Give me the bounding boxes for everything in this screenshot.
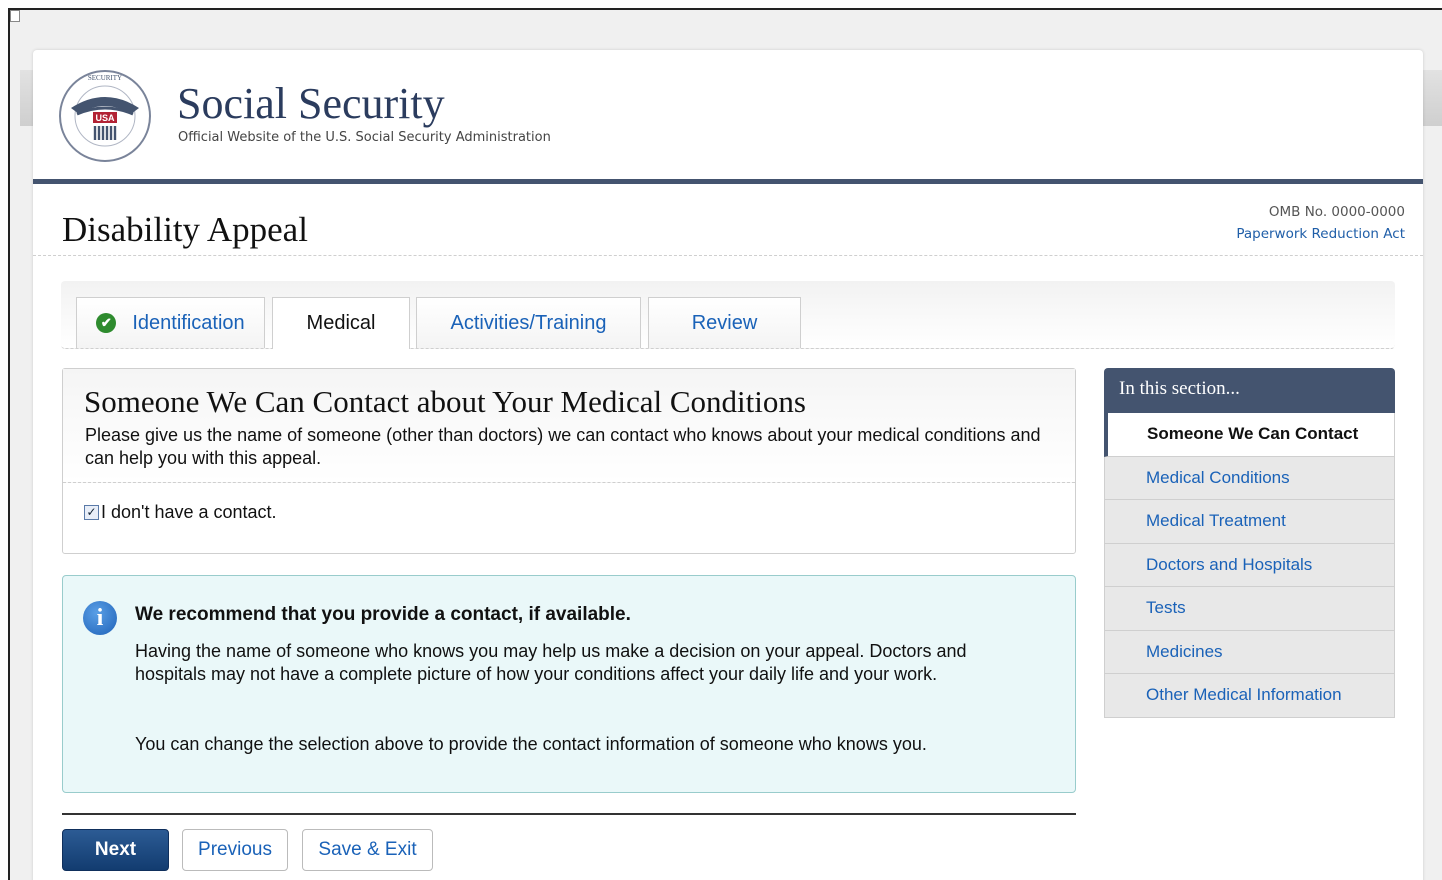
ssa-seal-icon[interactable]: USA SECURITY <box>57 68 153 164</box>
form-divider <box>62 813 1076 815</box>
side-nav-item-tests[interactable]: Tests <box>1104 587 1395 631</box>
side-nav-item-medicines[interactable]: Medicines <box>1104 630 1395 674</box>
side-nav-item-other-medical-information[interactable]: Other Medical Information <box>1104 674 1395 718</box>
side-nav-item-doctors-and-hospitals[interactable]: Doctors and Hospitals <box>1104 543 1395 587</box>
site-subtitle: Official Website of the U.S. Social Secu… <box>178 130 551 145</box>
check-circle-icon: ✔ <box>96 313 117 333</box>
site-header: USA SECURITY Social Security Official We… <box>33 50 1423 184</box>
page-title: Disability Appeal <box>62 210 308 249</box>
section-title: Someone We Can Contact about Your Medica… <box>84 384 806 419</box>
tab-bar: ✔ Identification Medical Activities/Trai… <box>61 281 1395 349</box>
no-contact-checkbox[interactable]: ✓ <box>84 505 99 520</box>
omb-number: OMB No. 0000-0000 <box>1268 204 1405 220</box>
previous-button[interactable]: Previous <box>182 829 288 871</box>
info-icon: i <box>83 601 117 635</box>
no-contact-checkbox-row[interactable]: ✓ I don't have a contact. <box>84 502 277 523</box>
side-nav-item-medical-treatment[interactable]: Medical Treatment <box>1104 500 1395 544</box>
recommendation-info-box: i We recommend that you provide a contac… <box>62 575 1076 793</box>
logo-center-text: USA <box>95 113 115 123</box>
side-nav-item-someone-we-can-contact[interactable]: Someone We Can Contact <box>1104 413 1395 457</box>
panel-header: Someone We Can Contact about Your Medica… <box>63 369 1075 483</box>
page-container: USA SECURITY Social Security Official We… <box>33 50 1423 880</box>
tab-label: Identification <box>132 311 245 334</box>
contact-question-panel: Someone We Can Contact about Your Medica… <box>62 368 1076 554</box>
info-title: We recommend that you provide a contact,… <box>135 604 631 625</box>
info-paragraph-1: Having the name of someone who knows you… <box>135 641 967 684</box>
section-side-nav: In this section... Someone We Can Contac… <box>1104 368 1395 718</box>
save-exit-button[interactable]: Save & Exit <box>302 829 433 871</box>
paperwork-reduction-link[interactable]: Paperwork Reduction Act <box>1236 226 1405 242</box>
site-title[interactable]: Social Security <box>177 78 445 129</box>
tab-label: Activities/Training <box>450 311 607 334</box>
section-description: Please give us the name of someone (othe… <box>85 425 1041 468</box>
tab-review[interactable]: Review <box>648 297 801 348</box>
page-title-bar: Disability Appeal OMB No. 0000-0000 Pape… <box>33 184 1423 256</box>
info-paragraph-2: You can change the selection above to pr… <box>135 734 927 754</box>
side-nav-item-medical-conditions[interactable]: Medical Conditions <box>1104 456 1395 500</box>
side-nav-heading: In this section... <box>1104 368 1395 413</box>
logo-ring-text: SECURITY <box>88 74 122 82</box>
tab-label: Review <box>691 311 758 334</box>
window-corner-box <box>10 10 20 22</box>
tab-label: Medical <box>306 312 376 334</box>
tab-identification[interactable]: ✔ Identification <box>76 297 265 348</box>
tab-medical[interactable]: Medical <box>272 297 410 349</box>
next-button[interactable]: Next <box>62 829 169 871</box>
tab-activities-training[interactable]: Activities/Training <box>416 297 641 348</box>
no-contact-label[interactable]: I don't have a contact. <box>101 502 277 523</box>
